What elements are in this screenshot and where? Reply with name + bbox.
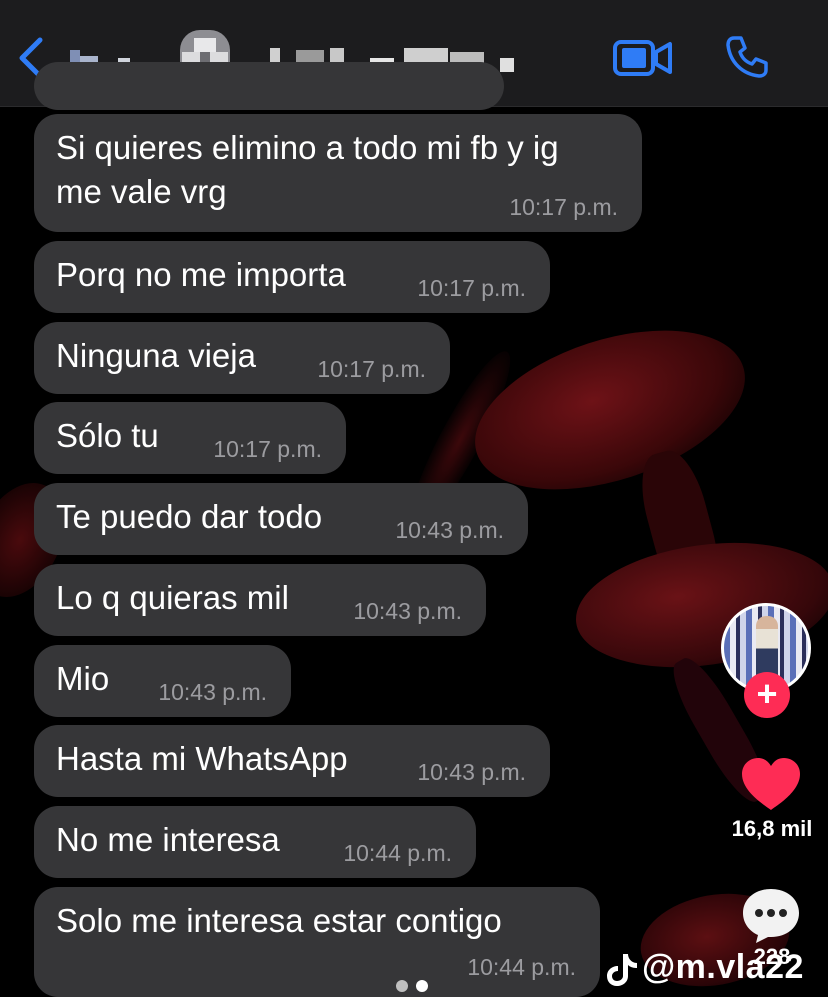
image-carousel-indicator xyxy=(396,979,436,997)
message-bubble: Si quieres elimino a todo mi fb y ig me … xyxy=(34,114,642,232)
message-time: 10:43 p.m. xyxy=(353,598,462,624)
follow-button[interactable]: + xyxy=(744,672,790,718)
video-call-icon[interactable] xyxy=(612,38,674,78)
carousel-dot xyxy=(396,980,408,992)
message-text: Si quieres elimino a todo mi fb y ig xyxy=(56,129,559,166)
message-bubble: No me interesa 10:44 p.m. xyxy=(34,806,476,878)
message-bubble: Solo me interesa estar contigo 10:44 p.m… xyxy=(34,887,600,997)
message-time: 10:43 p.m. xyxy=(417,759,526,785)
message-time: 10:17 p.m. xyxy=(417,275,526,301)
message-time: 10:17 p.m. xyxy=(509,194,618,220)
creator-username[interactable]: @m.vla22 xyxy=(642,948,804,987)
message-time: 10:43 p.m. xyxy=(158,679,267,705)
phone-call-icon[interactable] xyxy=(724,34,770,80)
comment-icon[interactable] xyxy=(740,885,802,945)
message-time: 10:43 p.m. xyxy=(395,517,504,543)
likes-count: 16,8 mil xyxy=(731,816,813,841)
message-time: 10:17 p.m. xyxy=(213,436,322,462)
carousel-dot-active xyxy=(416,980,428,992)
message-bubble-partial xyxy=(34,62,504,110)
message-bubble: Lo q quieras mil 10:43 p.m. xyxy=(34,564,486,636)
message-bubble: Mio 10:43 p.m. xyxy=(34,645,291,717)
message-bubble: Hasta mi WhatsApp 10:43 p.m. xyxy=(34,725,550,797)
message-time: 10:44 p.m. xyxy=(467,954,576,980)
heart-icon[interactable] xyxy=(740,756,802,812)
message-bubble: Sólo tu 10:17 p.m. xyxy=(34,402,346,474)
message-text: Solo me interesa estar contigo xyxy=(56,902,502,939)
message-bubble: Ninguna vieja 10:17 p.m. xyxy=(34,322,450,394)
message-time: 10:17 p.m. xyxy=(317,356,426,382)
tiktok-logo-icon xyxy=(607,954,637,986)
message-bubble: Te puedo dar todo 10:43 p.m. xyxy=(34,483,528,555)
message-time: 10:44 p.m. xyxy=(343,840,452,866)
message-bubble: Porq no me importa 10:17 p.m. xyxy=(34,241,550,313)
